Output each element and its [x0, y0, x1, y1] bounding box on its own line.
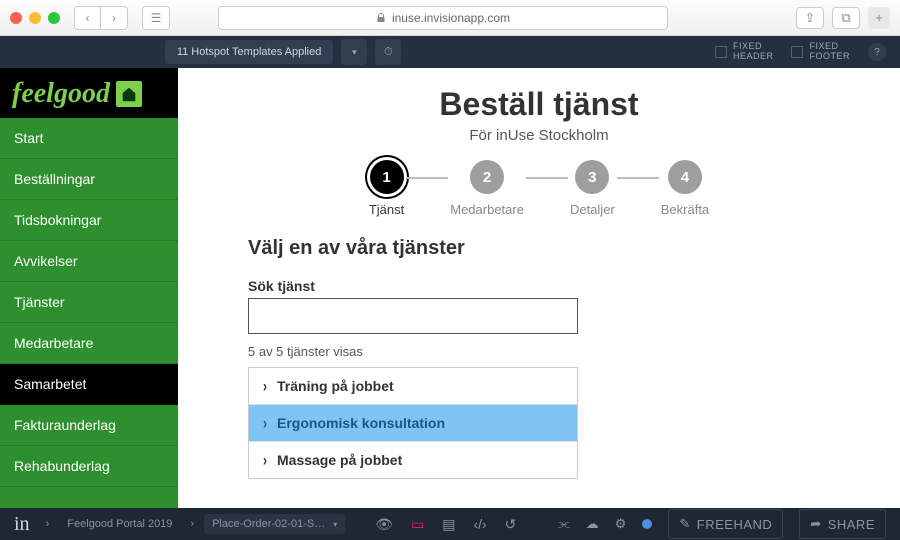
step-2[interactable]: 2 Medarbetare [450, 160, 524, 217]
cloud-icon[interactable]: ☁ [586, 516, 599, 532]
fixed-header-toggle[interactable]: FIXED HEADER [715, 42, 774, 62]
house-icon [116, 81, 142, 107]
page-subtitle: För inUse Stockholm [248, 127, 830, 144]
service-item[interactable]: › Massage på jobbet [249, 442, 577, 478]
preview-mode-icon[interactable]: 👁 [375, 516, 393, 533]
settings-gear-icon[interactable]: ⚙ [615, 516, 627, 532]
main-content: Beställ tjänst För inUse Stockholm 1 Tjän… [178, 68, 900, 508]
mac-window-chrome: ‹ › ☰ inuse.invisionapp.com ⇪ ⧉ + [0, 0, 900, 36]
share-icon[interactable]: ⇪ [796, 7, 824, 29]
mac-right-buttons: ⇪ ⧉ + [796, 7, 890, 29]
history-mode-icon[interactable]: ↺ [505, 516, 517, 533]
build-mode-icon[interactable]: ▭ [411, 516, 424, 533]
hotspot-dropdown-icon[interactable]: ▾ [341, 39, 367, 65]
sidebar-toggle-icon[interactable]: ☰ [143, 7, 169, 29]
sidebar-item-samarbetet[interactable]: Samarbetet [0, 364, 178, 405]
share-link-icon[interactable]: ⫘ [558, 516, 570, 532]
chevron-right-icon: › [263, 376, 267, 396]
step-circle: 3 [575, 160, 609, 194]
service-list: › Träning på jobbet › Ergonomisk konsultati… [248, 367, 578, 479]
stepper: 1 Tjänst 2 Medarbetare 3 Detaljer 4 Bekräfta [248, 160, 830, 217]
fixed-footer-label: FIXED FOOTER [809, 42, 850, 62]
app-frame: feelgood StartBeställningarTidsbokningar… [0, 68, 900, 508]
minimize-window-icon[interactable] [29, 12, 41, 24]
sidebar-toggle-group: ☰ [142, 6, 170, 30]
address-text: inuse.invisionapp.com [392, 11, 510, 25]
sidebar-item-fakturaunderlag[interactable]: Fakturaunderlag [0, 405, 178, 446]
step-1[interactable]: 1 Tjänst [369, 160, 404, 217]
timer-icon[interactable]: ⏱ [375, 39, 401, 65]
step-3[interactable]: 3 Detaljer [570, 160, 615, 217]
chevron-right-icon: › [263, 450, 267, 470]
breadcrumb-chevron-icon: › [190, 518, 194, 530]
sidebar-item-tidsbokningar[interactable]: Tidsbokningar [0, 200, 178, 241]
fixed-header-label: FIXED HEADER [733, 42, 774, 62]
step-label: Medarbetare [450, 202, 524, 217]
tabs-icon[interactable]: ⧉ [832, 7, 860, 29]
search-input[interactable] [248, 298, 578, 334]
sidebar-item-avvikelser[interactable]: Avvikelser [0, 241, 178, 282]
breadcrumb-project[interactable]: Feelgood Portal 2019 [59, 514, 180, 534]
close-window-icon[interactable] [10, 12, 22, 24]
help-icon[interactable]: ? [868, 43, 886, 61]
logo-box: feelgood [0, 68, 178, 118]
fixed-footer-toggle[interactable]: FIXED FOOTER [791, 42, 850, 62]
new-tab-button[interactable]: + [868, 7, 890, 29]
invision-top-right: FIXED HEADER FIXED FOOTER ? [715, 42, 886, 62]
invision-logo-icon[interactable]: in [14, 513, 30, 536]
sidebar-nav: StartBeställningarTidsbokningarAvvikelse… [0, 118, 178, 487]
result-count: 5 av 5 tjänster visas [248, 344, 830, 359]
inspect-mode-icon[interactable]: ‹/› [473, 516, 486, 532]
search-label: Sök tjänst [248, 278, 830, 294]
sidebar-item-start[interactable]: Start [0, 118, 178, 159]
invision-top-bar: 11 Hotspot Templates Applied ▾ ⏱ FIXED H… [0, 36, 900, 68]
hotspot-templates-pill[interactable]: 11 Hotspot Templates Applied [165, 40, 334, 64]
logo-text: feelgood [12, 78, 110, 110]
breadcrumb-chevron-icon: › [46, 518, 50, 530]
service-label: Massage på jobbet [277, 452, 402, 468]
maximize-window-icon[interactable] [48, 12, 60, 24]
logo[interactable]: feelgood [12, 78, 166, 110]
step-circle: 4 [668, 160, 702, 194]
freehand-button[interactable]: ✎FREEHAND [668, 509, 783, 539]
bottom-right-icons: ⫘ ☁ ⚙ ✎FREEHAND ➦SHARE [558, 509, 886, 539]
service-item[interactable]: › Träning på jobbet [249, 368, 577, 405]
checkbox-icon [791, 46, 803, 58]
breadcrumb-screen[interactable]: Place-Order-02-01-S… ▾ [204, 514, 345, 534]
service-label: Ergonomisk konsultation [277, 415, 445, 431]
step-4[interactable]: 4 Bekräfta [661, 160, 709, 217]
step-label: Bekräfta [661, 202, 709, 217]
page-title: Beställ tjänst [248, 86, 830, 123]
forward-button[interactable]: › [101, 7, 127, 29]
comment-mode-icon[interactable]: ▤ [442, 516, 455, 533]
step-circle: 1 [370, 160, 404, 194]
mode-icons: 👁 ▭ ▤ ‹/› ↺ [375, 516, 516, 533]
section-heading: Välj en av våra tjänster [248, 237, 830, 260]
invision-bottom-bar: in › Feelgood Portal 2019 › Place-Order-… [0, 508, 900, 540]
step-circle: 2 [470, 160, 504, 194]
service-label: Träning på jobbet [277, 378, 394, 394]
invision-hotspot-controls: 11 Hotspot Templates Applied ▾ ⏱ [165, 39, 402, 65]
step-connector [617, 177, 659, 179]
step-label: Tjänst [369, 202, 404, 217]
traffic-lights [10, 12, 60, 24]
step-connector [526, 177, 568, 179]
checkbox-icon [715, 46, 727, 58]
sidebar-item-tjänster[interactable]: Tjänster [0, 282, 178, 323]
chevron-right-icon: › [263, 413, 267, 433]
sidebar-item-medarbetare[interactable]: Medarbetare [0, 323, 178, 364]
sidebar: feelgood StartBeställningarTidsbokningar… [0, 68, 178, 508]
status-dot-icon[interactable] [642, 519, 652, 529]
address-bar[interactable]: inuse.invisionapp.com [218, 6, 668, 30]
share-button[interactable]: ➦SHARE [799, 509, 886, 539]
sidebar-item-beställningar[interactable]: Beställningar [0, 159, 178, 200]
back-button[interactable]: ‹ [75, 7, 101, 29]
service-item[interactable]: › Ergonomisk konsultation [249, 405, 577, 442]
step-label: Detaljer [570, 202, 615, 217]
sidebar-item-rehabunderlag[interactable]: Rehabunderlag [0, 446, 178, 487]
lock-icon [376, 13, 386, 23]
step-connector [406, 177, 448, 179]
nav-back-forward: ‹ › [74, 6, 128, 30]
